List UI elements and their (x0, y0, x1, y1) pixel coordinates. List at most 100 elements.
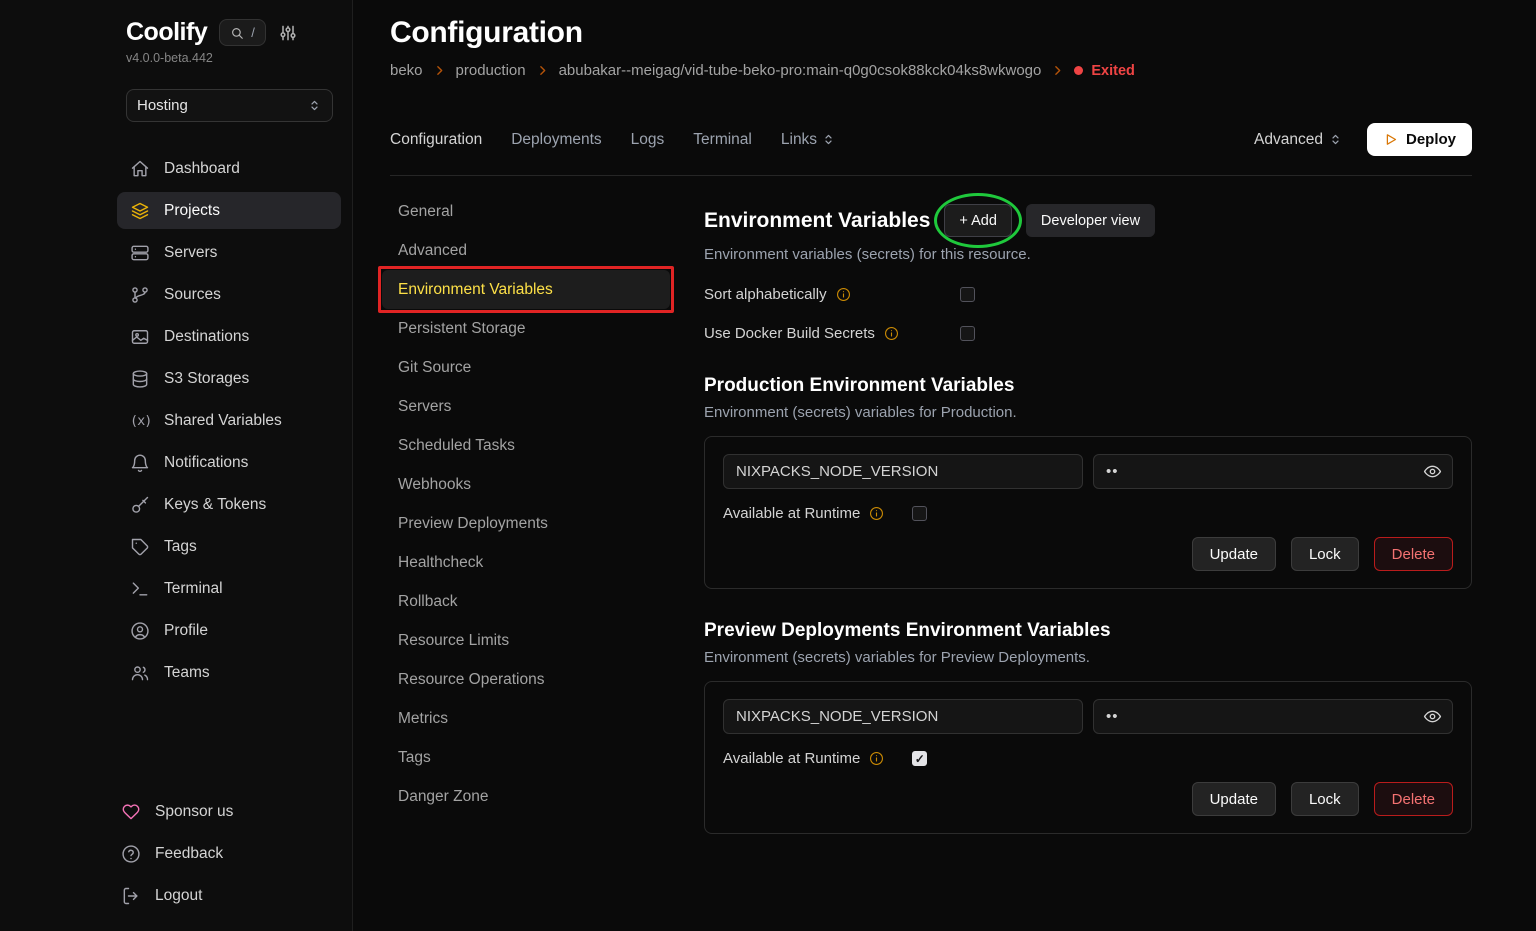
sidebar-item-shared-variables[interactable]: (x) Shared Variables (117, 402, 341, 439)
info-icon[interactable] (836, 287, 851, 302)
subnav-item-label: Environment Variables (398, 281, 553, 298)
sidebar-item-label: Shared Variables (164, 412, 282, 430)
tab-deployments[interactable]: Deployments (511, 131, 601, 149)
sidebar-header: Coolify / (126, 18, 340, 47)
subnav-item-resource-limits[interactable]: Resource Limits (382, 621, 670, 660)
subnav-item-healthcheck[interactable]: Healthcheck (382, 543, 670, 582)
subnav-item-rollback[interactable]: Rollback (382, 582, 670, 621)
sidebar-item-notifications[interactable]: Notifications (117, 444, 341, 481)
tab-divider (390, 175, 1472, 176)
sidebar-item-profile[interactable]: Profile (117, 612, 341, 649)
sidebar-item-sponsor[interactable]: Sponsor us (108, 793, 332, 830)
eye-icon[interactable] (1423, 462, 1442, 481)
subnav-item-environment-variables[interactable]: Environment Variables (382, 270, 670, 309)
update-button[interactable]: Update (1192, 782, 1276, 816)
sidebar-item-label: Tags (164, 538, 197, 556)
sidebar-footer: Sponsor us Feedback Logout (108, 793, 332, 919)
deploy-button-label: Deploy (1406, 131, 1456, 148)
coolify-app: Coolify / v4.0.0-beta.442 Hosting Dashbo… (0, 0, 1536, 931)
users-icon (130, 663, 150, 683)
sidebar-item-label: Keys & Tokens (164, 496, 266, 514)
info-icon[interactable] (884, 326, 899, 341)
production-env-title: Production Environment Variables (704, 375, 1472, 397)
advanced-selector[interactable]: Advanced (1254, 131, 1343, 149)
main-content: Configuration beko production abubakar--… (354, 0, 1536, 931)
delete-button[interactable]: Delete (1374, 782, 1453, 816)
subnav-item-servers[interactable]: Servers (382, 387, 670, 426)
subnav-item-metrics[interactable]: Metrics (382, 699, 670, 738)
sidebar-item-label: Teams (164, 664, 210, 682)
configuration-body: General Advanced Environment Variables P… (390, 192, 1472, 834)
config-subnav: General Advanced Environment Variables P… (382, 192, 670, 834)
tab-links-label: Links (781, 131, 817, 149)
sort-alphabetically-checkbox[interactable] (960, 287, 975, 302)
lock-button[interactable]: Lock (1291, 782, 1359, 816)
deploy-button[interactable]: Deploy (1367, 123, 1472, 156)
delete-button[interactable]: Delete (1374, 537, 1453, 571)
preview-env-description: Environment (secrets) variables for Prev… (704, 649, 1472, 666)
subnav-item-git-source[interactable]: Git Source (382, 348, 670, 387)
breadcrumb-resource[interactable]: abubakar--meigag/vid-tube-beko-pro:main-… (559, 62, 1042, 79)
team-selector[interactable]: Hosting (126, 89, 333, 122)
eye-icon[interactable] (1423, 707, 1442, 726)
update-button[interactable]: Update (1192, 537, 1276, 571)
breadcrumb-project[interactable]: beko (390, 62, 423, 79)
subnav-item-general[interactable]: General (382, 192, 670, 231)
sidebar: Coolify / v4.0.0-beta.442 Hosting Dashbo… (0, 0, 353, 931)
env-variables-description: Environment variables (secrets) for this… (704, 246, 1472, 263)
subnav-item-danger-zone[interactable]: Danger Zone (382, 777, 670, 816)
available-at-runtime-checkbox[interactable] (912, 751, 927, 766)
chevron-updown-icon (821, 132, 836, 147)
sidebar-item-keys-tokens[interactable]: Keys & Tokens (117, 486, 341, 523)
available-at-runtime-checkbox[interactable] (912, 506, 927, 521)
sidebar-item-label: S3 Storages (164, 370, 249, 388)
env-key-input[interactable] (723, 454, 1083, 489)
env-variables-title: Environment Variables (704, 209, 930, 233)
subnav-item-webhooks[interactable]: Webhooks (382, 465, 670, 504)
tab-bar-right: Advanced Deploy (1254, 123, 1472, 156)
help-icon (121, 844, 141, 864)
developer-view-button[interactable]: Developer view (1026, 204, 1155, 237)
info-icon[interactable] (869, 751, 884, 766)
tab-terminal[interactable]: Terminal (693, 131, 752, 149)
sidebar-item-logout[interactable]: Logout (108, 877, 332, 914)
sidebar-item-destinations[interactable]: Destinations (117, 318, 341, 355)
sidebar-item-tags[interactable]: Tags (117, 528, 341, 565)
sidebar-item-terminal[interactable]: Terminal (117, 570, 341, 607)
settings-sliders-icon[interactable] (278, 23, 298, 43)
sidebar-item-s3-storages[interactable]: S3 Storages (117, 360, 341, 397)
sort-alphabetically-label: Sort alphabetically (704, 286, 827, 303)
search-button[interactable]: / (219, 19, 266, 46)
subnav-item-resource-operations[interactable]: Resource Operations (382, 660, 670, 699)
env-key-input[interactable] (723, 699, 1083, 734)
sidebar-item-projects[interactable]: Projects (117, 192, 341, 229)
env-value-input[interactable] (1093, 454, 1453, 489)
subnav-item-advanced[interactable]: Advanced (382, 231, 670, 270)
breadcrumb-environment[interactable]: production (456, 62, 526, 79)
add-variable-button[interactable]: + Add (944, 204, 1012, 237)
tab-logs[interactable]: Logs (631, 131, 665, 149)
chevron-updown-icon (307, 98, 322, 113)
sidebar-item-label: Terminal (164, 580, 223, 598)
sidebar-item-teams[interactable]: Teams (117, 654, 341, 691)
subnav-item-tags[interactable]: Tags (382, 738, 670, 777)
tag-icon (130, 537, 150, 557)
sidebar-item-servers[interactable]: Servers (117, 234, 341, 271)
play-icon (1383, 132, 1398, 147)
sidebar-item-sources[interactable]: Sources (117, 276, 341, 313)
chevron-right-icon (1051, 64, 1064, 77)
env-value-input[interactable] (1093, 699, 1453, 734)
sidebar-item-dashboard[interactable]: Dashboard (117, 150, 341, 187)
subnav-item-preview-deployments[interactable]: Preview Deployments (382, 504, 670, 543)
lock-button[interactable]: Lock (1291, 537, 1359, 571)
sidebar-item-feedback[interactable]: Feedback (108, 835, 332, 872)
tab-links[interactable]: Links (781, 131, 836, 149)
tab-configuration[interactable]: Configuration (390, 131, 482, 149)
advanced-selector-label: Advanced (1254, 131, 1323, 149)
sidebar-item-label: Sources (164, 286, 221, 304)
docker-build-secrets-checkbox[interactable] (960, 326, 975, 341)
subnav-item-scheduled-tasks[interactable]: Scheduled Tasks (382, 426, 670, 465)
tab-bar: Configuration Deployments Logs Terminal … (390, 123, 1472, 156)
subnav-item-persistent-storage[interactable]: Persistent Storage (382, 309, 670, 348)
info-icon[interactable] (869, 506, 884, 521)
